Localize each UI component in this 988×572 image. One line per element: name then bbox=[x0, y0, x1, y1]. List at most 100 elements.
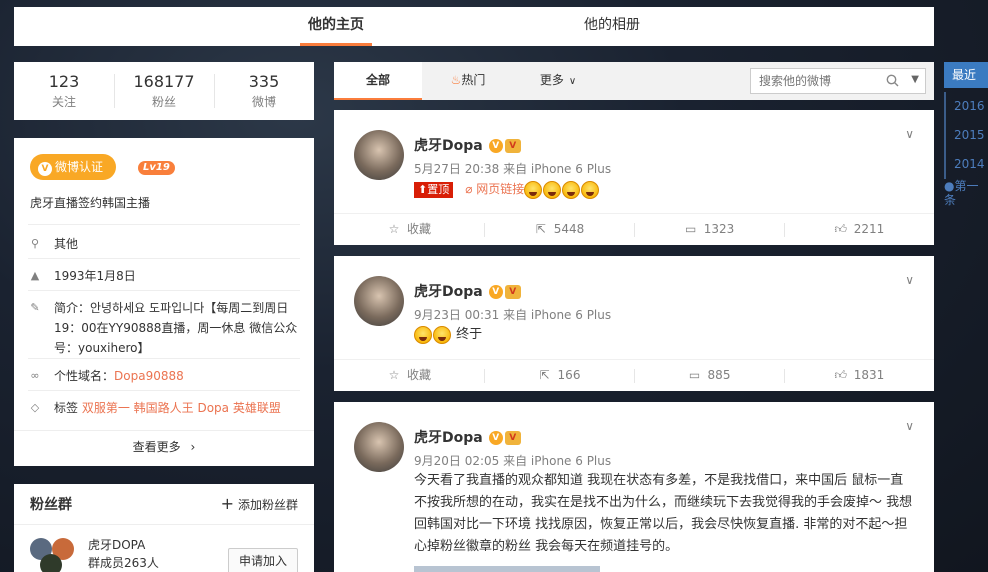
join-group-button[interactable]: 申请加入 bbox=[228, 548, 298, 572]
avatar[interactable] bbox=[354, 422, 404, 472]
avatar[interactable] bbox=[354, 130, 404, 180]
search-input[interactable] bbox=[751, 69, 871, 93]
comment-button[interactable]: ▭ 1323 bbox=[634, 214, 784, 245]
laughing-emoji-icon bbox=[433, 325, 451, 344]
author-name[interactable]: 虎牙Dopa bbox=[414, 430, 483, 446]
like-button[interactable]: 👍︎ 2211 bbox=[784, 214, 934, 245]
location-row: ⚲ 其他 bbox=[28, 234, 300, 254]
post-menu-icon[interactable]: ∨ bbox=[905, 419, 914, 433]
verify-badge[interactable]: V 微博认证 bbox=[30, 154, 116, 180]
timeline-year[interactable]: 2015 bbox=[944, 121, 988, 150]
tab-more-label: 更多 bbox=[539, 73, 564, 87]
repost-button[interactable]: ⇱ 5448 bbox=[484, 214, 634, 245]
domain-prefix: 个性域名： bbox=[54, 369, 115, 383]
like-button[interactable]: 👍︎ 1831 bbox=[784, 360, 934, 391]
thumbs-up-icon: 👍︎ bbox=[834, 222, 847, 236]
star-icon: ☆ bbox=[388, 368, 400, 382]
member-icon: V bbox=[504, 431, 521, 445]
search-box: ▼ bbox=[750, 68, 926, 94]
divider bbox=[14, 524, 314, 525]
repost-icon: ⇱ bbox=[539, 368, 550, 382]
post-text: 终于 bbox=[456, 327, 483, 342]
tab-hot[interactable]: ♨热门 bbox=[438, 62, 498, 100]
post-menu-icon[interactable]: ∨ bbox=[905, 127, 914, 141]
level-badge[interactable]: Lv19 bbox=[138, 161, 175, 175]
verify-description: 虎牙直播签约韩国主播 bbox=[30, 196, 151, 210]
divider bbox=[28, 390, 300, 391]
tab-album[interactable]: 他的相册 bbox=[576, 7, 648, 46]
post-card: 虎牙Dopa V V ∨ 9月23日 00:31 来自 iPhone 6 Plus … bbox=[334, 256, 934, 391]
birthday-text: 1993年1月8日 bbox=[54, 269, 136, 283]
bio-row: ✎ 简介：안녕하세요 도파입니다【每周二到周日19：00在YY90888直播，周… bbox=[28, 298, 300, 358]
comment-icon: ▭ bbox=[685, 222, 697, 236]
year-timeline: 最近 2016 2015 2014 ●第一条 bbox=[944, 62, 988, 207]
post-actions: ☆ 收藏 ⇱ 5448 ▭ 1323 👍︎ 2211 bbox=[334, 213, 934, 245]
bio-prefix: 简介： bbox=[54, 301, 91, 315]
tab-all[interactable]: 全部 bbox=[334, 62, 422, 100]
timeline-current[interactable]: 最近 bbox=[944, 62, 988, 88]
search-dropdown-icon[interactable]: ▼ bbox=[911, 74, 919, 85]
following-label: 关注 bbox=[51, 95, 76, 109]
domain-link[interactable]: Dopa90888 bbox=[114, 369, 184, 383]
followers-label: 粉丝 bbox=[151, 95, 176, 109]
tab-hot-label: 热门 bbox=[461, 73, 486, 87]
posts-label: 微博 bbox=[251, 95, 276, 109]
timeline-year[interactable]: 2014 bbox=[944, 150, 988, 179]
post-image[interactable] bbox=[414, 566, 600, 572]
repost-icon: ⇱ bbox=[535, 222, 546, 236]
member-icon: V bbox=[504, 285, 521, 299]
search-icon[interactable] bbox=[886, 74, 899, 87]
post-card: 虎牙Dopa V V ∨ 5月27日 20:38 来自 iPhone 6 Plus … bbox=[334, 110, 934, 245]
stat-following[interactable]: 123 关注 bbox=[14, 62, 114, 120]
divider bbox=[14, 430, 314, 431]
timeline-year[interactable]: 2016 bbox=[944, 92, 988, 121]
tags-row: ◇ 标签 双服第一 韩国路人王 Dopa 英雄联盟 bbox=[28, 398, 300, 418]
avatar[interactable] bbox=[354, 276, 404, 326]
tag-icon: ◇ bbox=[30, 401, 40, 414]
location-text: 其他 bbox=[54, 237, 79, 251]
tags-links[interactable]: 双服第一 韩国路人王 Dopa 英雄联盟 bbox=[82, 401, 281, 415]
plus-icon: + bbox=[220, 494, 234, 513]
following-count: 123 bbox=[48, 72, 80, 91]
author-name[interactable]: 虎牙Dopa bbox=[414, 138, 483, 154]
view-more-link[interactable]: 查看更多 › bbox=[14, 438, 314, 455]
tab-more[interactable]: 更多 ∨ bbox=[530, 62, 586, 100]
group-name[interactable]: 虎牙DOPA bbox=[88, 536, 145, 553]
crying-emoji-icon bbox=[562, 180, 581, 199]
feed-tab-bar: 全部 ♨热门 更多 ∨ ▼ bbox=[334, 62, 934, 100]
post-meta: 9月20日 02:05 来自 iPhone 6 Plus bbox=[414, 454, 612, 468]
fans-group-title: 粉丝群 bbox=[30, 497, 72, 513]
crying-emoji-icon bbox=[543, 180, 562, 199]
comment-button[interactable]: ▭ 885 bbox=[634, 360, 784, 391]
post-meta: 5月27日 20:38 来自 iPhone 6 Plus bbox=[414, 162, 612, 176]
top-nav: 他的主页 他的相册 bbox=[14, 7, 934, 46]
add-fans-group-label: 添加粉丝群 bbox=[237, 498, 298, 512]
add-fans-group-button[interactable]: + 添加粉丝群 bbox=[221, 494, 298, 513]
timeline-first[interactable]: ●第一条 bbox=[944, 179, 988, 207]
divider bbox=[28, 290, 300, 291]
divider bbox=[28, 358, 300, 359]
favorite-button[interactable]: ☆ 收藏 bbox=[334, 214, 484, 245]
pin-icon: ⬆ bbox=[418, 182, 428, 196]
tab-home[interactable]: 他的主页 bbox=[300, 7, 372, 46]
post-body: 终于 bbox=[414, 324, 914, 346]
repost-button[interactable]: ⇱ 166 bbox=[484, 360, 634, 391]
edit-icon: ✎ bbox=[30, 301, 40, 314]
web-link[interactable]: ⌀ 网页链接 bbox=[465, 182, 524, 196]
post-menu-icon[interactable]: ∨ bbox=[905, 273, 914, 287]
favorite-button[interactable]: ☆ 收藏 bbox=[334, 360, 484, 391]
stat-posts[interactable]: 335 微博 bbox=[214, 62, 314, 120]
verified-icon: V bbox=[488, 431, 503, 445]
stat-followers[interactable]: 168177 粉丝 bbox=[114, 62, 214, 120]
post-card: 虎牙Dopa V V ∨ 9月20日 02:05 来自 iPhone 6 Plus … bbox=[334, 402, 934, 572]
verify-v-icon: V bbox=[38, 162, 52, 176]
chevron-right-icon: › bbox=[190, 440, 196, 454]
post-text: 今天看了我直播的观众都知道 我现在状态有多差，不是我找借口，来中国后 鼠标一直不… bbox=[414, 473, 913, 554]
verify-label: 微博认证 bbox=[55, 160, 104, 174]
comment-icon: ▭ bbox=[688, 368, 701, 382]
post-meta: 9月23日 00:31 来自 iPhone 6 Plus bbox=[414, 308, 612, 322]
author-name[interactable]: 虎牙Dopa bbox=[414, 284, 483, 300]
stats-panel: 123 关注 168177 粉丝 335 微博 bbox=[14, 62, 314, 120]
group-avatar[interactable] bbox=[30, 538, 78, 572]
group-member-count: 群成员263人 bbox=[88, 556, 159, 570]
